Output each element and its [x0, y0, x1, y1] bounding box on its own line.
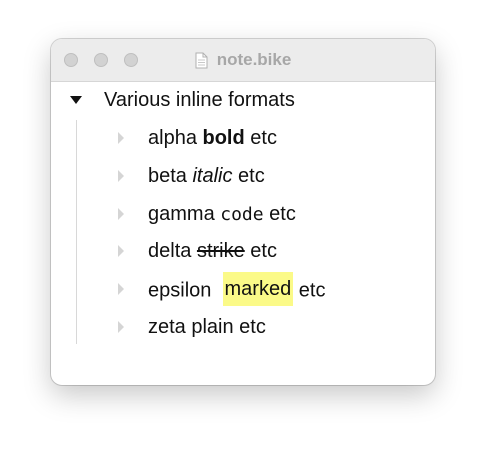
- text-run: gamma: [148, 203, 221, 225]
- note-window: note.bike Various inline formats alpha b…: [51, 39, 435, 385]
- strikethrough-run: strike: [196, 240, 245, 262]
- code-run: code: [220, 204, 264, 225]
- outline-row-text[interactable]: alpha bold etc: [148, 125, 277, 151]
- text-run: epsilon: [148, 279, 223, 302]
- window-title: note.bike: [51, 39, 435, 81]
- document-icon: [195, 52, 208, 68]
- outline-row-text[interactable]: delta strike etc: [148, 238, 277, 264]
- disclosure-triangle-collapsed-icon[interactable]: [117, 169, 125, 183]
- outline-row-text[interactable]: gamma code etc: [148, 201, 296, 228]
- disclosure-triangle-expanded-icon[interactable]: [69, 95, 83, 105]
- text-run: zeta plain etc: [148, 316, 266, 338]
- disclosure-triangle-collapsed-icon[interactable]: [117, 244, 125, 258]
- disclosure-triangle-collapsed-icon[interactable]: [117, 282, 125, 296]
- text-run: beta: [148, 165, 193, 187]
- outline-guide-line: [76, 120, 77, 344]
- disclosure-triangle-collapsed-icon[interactable]: [117, 131, 125, 145]
- text-run: etc: [232, 165, 265, 187]
- text-run: etc: [293, 279, 326, 302]
- disclosure-triangle-collapsed-icon[interactable]: [117, 320, 125, 334]
- outline-row-text[interactable]: zeta plain etc: [148, 314, 266, 340]
- bold-run: bold: [202, 127, 245, 149]
- highlight-run: marked: [222, 272, 294, 306]
- text-run: alpha: [148, 127, 203, 149]
- outline-root-label[interactable]: Various inline formats: [104, 87, 295, 113]
- window-title-text: note.bike: [216, 50, 292, 69]
- outline-row-text[interactable]: beta italic etc: [148, 163, 265, 189]
- italic-run: italic: [192, 165, 233, 187]
- outline-editor[interactable]: Various inline formats alpha bold etc be…: [51, 82, 435, 385]
- disclosure-triangle-collapsed-icon[interactable]: [117, 207, 125, 221]
- title-bar[interactable]: note.bike: [51, 39, 435, 82]
- text-run: etc: [244, 240, 277, 262]
- outline-row-text[interactable]: epsilon marked etc: [148, 272, 326, 306]
- text-run: etc: [244, 127, 277, 149]
- text-run: delta: [148, 240, 197, 262]
- text-run: etc: [263, 203, 296, 225]
